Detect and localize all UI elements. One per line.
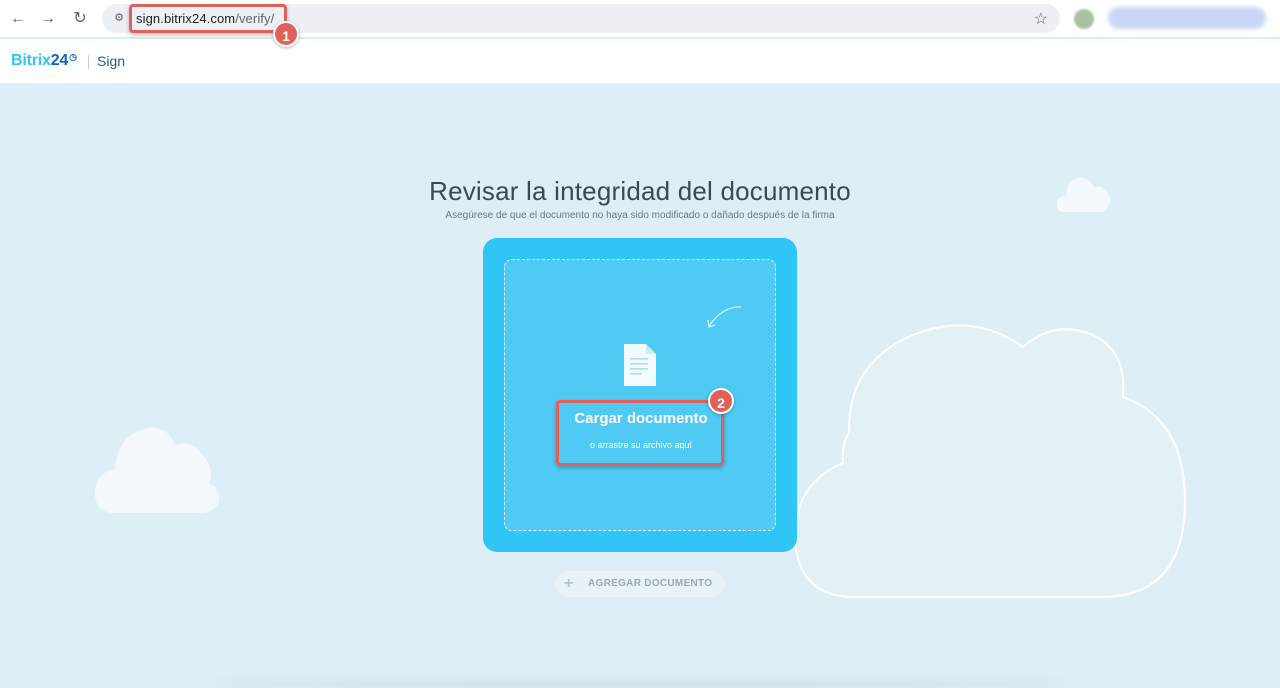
logo-number: 24 <box>50 52 69 69</box>
bookmark-star-icon[interactable]: ☆ <box>1034 9 1048 29</box>
callout-badge-2: 2 <box>708 388 734 414</box>
site-info-icon[interactable]: ⚙ <box>112 11 126 25</box>
header-divider <box>88 55 89 69</box>
bitrix24-logo[interactable]: Bitrix24◷ <box>11 52 77 70</box>
cloud-left <box>95 427 220 513</box>
reload-icon[interactable]: ↻ <box>70 9 90 29</box>
document-icon <box>624 344 656 386</box>
bottom-shadow <box>200 680 1080 688</box>
add-document-label: AGREGAR DOCUMENTO <box>588 578 713 589</box>
forward-arrow-icon[interactable]: → <box>38 9 58 29</box>
clock-icon: ◷ <box>69 52 77 62</box>
plus-icon: + <box>564 575 574 592</box>
callout-url-highlight <box>129 4 287 33</box>
file-drop-zone[interactable]: Cargar documento o arrastre su archivo a… <box>504 259 776 531</box>
app-header: Bitrix24◷ Sign <box>0 39 1280 84</box>
large-cloud-outline <box>793 324 1187 598</box>
extension-icon[interactable] <box>1074 9 1094 29</box>
upload-card: Cargar documento o arrastre su archivo a… <box>483 238 797 552</box>
callout-badge-1: 1 <box>273 21 299 47</box>
logo-text: Bitrix <box>11 52 51 69</box>
page-subtitle: Asegúrese de que el documento no haya si… <box>445 210 835 221</box>
page-title: Revisar la integridad del documento <box>429 176 851 206</box>
product-name[interactable]: Sign <box>97 53 125 69</box>
callout-upload-highlight <box>556 400 724 466</box>
curved-arrow-icon <box>707 306 742 328</box>
back-arrow-icon[interactable]: ← <box>8 9 28 29</box>
profile-button[interactable] <box>1108 7 1266 29</box>
add-document-button[interactable]: + AGREGAR DOCUMENTO <box>555 571 725 597</box>
